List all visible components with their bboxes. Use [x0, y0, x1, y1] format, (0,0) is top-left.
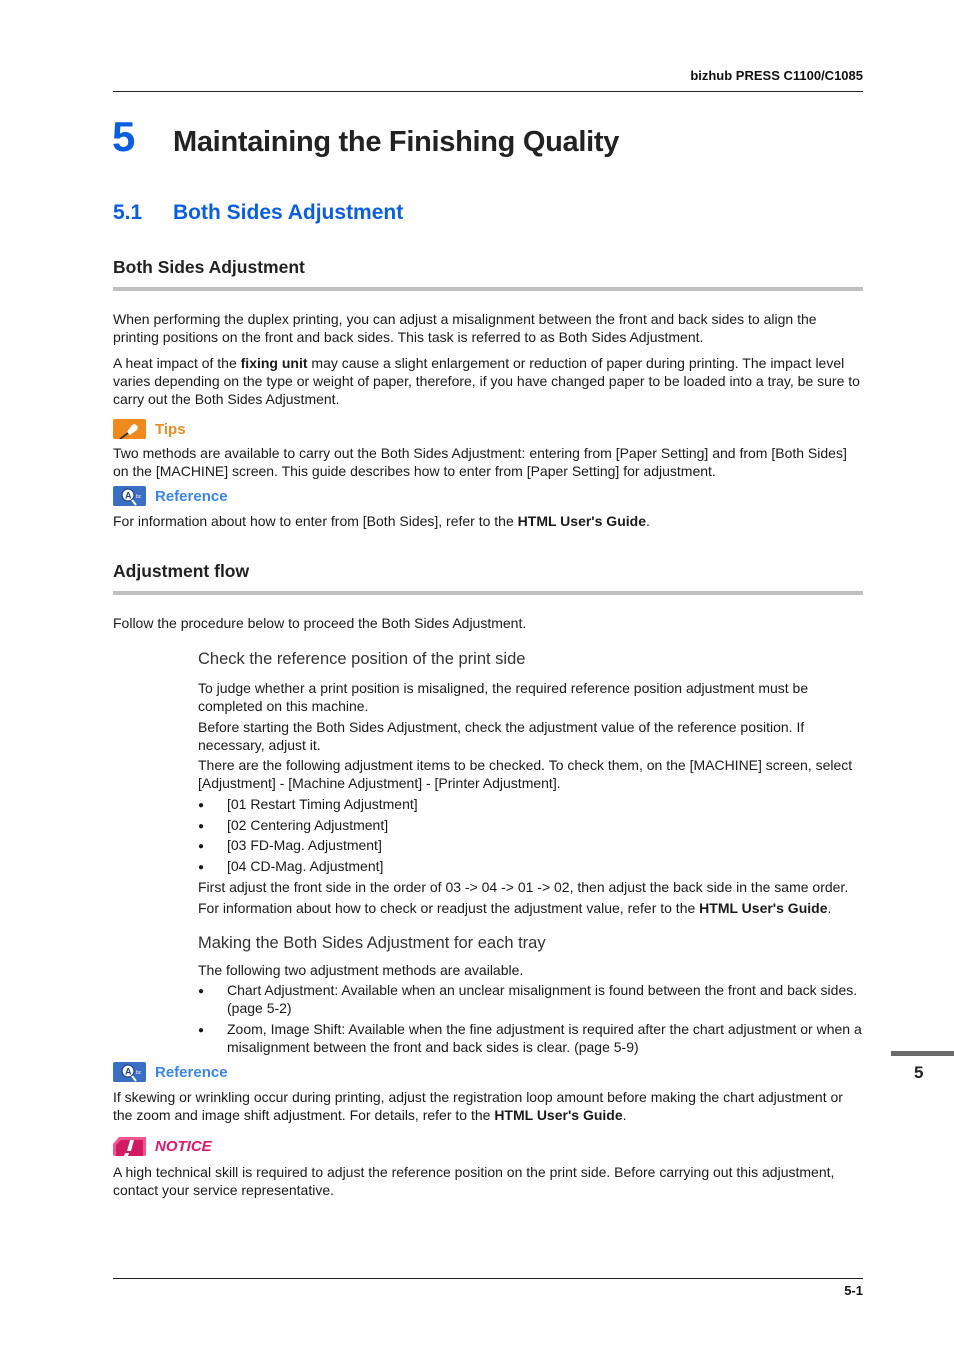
bullet-icon — [198, 816, 227, 837]
chapter-title: Maintaining the Finishing Quality — [173, 126, 620, 158]
bullet-icon — [198, 857, 227, 878]
reference-text: For information about how to enter from … — [113, 512, 865, 530]
subsection-title-both-sides: Both Sides Adjustment — [113, 257, 305, 277]
step1-para2: Before starting the Both Sides Adjustmen… — [198, 719, 805, 753]
step1-para1: To judge whether a print position is mis… — [198, 680, 809, 714]
header-product-name: bizhub PRESS C1100/C1085 — [690, 68, 863, 83]
step2-para1: The following two adjustment methods are… — [198, 962, 524, 978]
list-item-text: [02 Centering Adjustment] — [227, 817, 389, 833]
pushpin-icon — [113, 419, 146, 439]
list-item: [03 FD-Mag. Adjustment] — [198, 836, 865, 857]
subsection-title-adjustment-flow: Adjustment flow — [113, 561, 250, 581]
header-divider — [113, 91, 863, 92]
flow-intro: Follow the procedure below to proceed th… — [113, 615, 527, 631]
text: . — [827, 900, 832, 916]
list-item: [01 Restart Timing Adjustment] — [198, 795, 865, 816]
subsection-divider — [113, 591, 863, 595]
page-number: 5-1 — [844, 1283, 863, 1298]
step1-title: Check the reference position of the prin… — [198, 650, 526, 668]
list-item-text: [03 FD-Mag. Adjustment] — [227, 837, 382, 853]
reference-text: If skewing or wrinkling occur during pri… — [113, 1088, 865, 1124]
tips-text: Two methods are available to carry out t… — [113, 445, 847, 479]
list-item-text: [04 CD-Mag. Adjustment] — [227, 858, 384, 874]
reference-label: Reference — [155, 487, 228, 505]
list-item: [04 CD-Mag. Adjustment] — [198, 857, 865, 878]
text: . — [645, 513, 650, 529]
chapter-number: 5 — [112, 113, 136, 160]
guide-link-text: HTML User's Guide — [699, 900, 828, 916]
magnifier-icon: A bc — [113, 486, 146, 506]
guide-link-text: HTML User's Guide — [517, 513, 646, 529]
list-item: Chart Adjustment: Available when an uncl… — [198, 981, 865, 1017]
notice-label: NOTICE — [155, 1137, 212, 1155]
subsection-divider — [113, 287, 863, 291]
tips-callout-header: Tips — [113, 418, 186, 440]
exclamation-icon — [113, 1136, 146, 1156]
notice-text: A high technical skill is required to ad… — [113, 1164, 835, 1198]
bullet-icon — [198, 981, 227, 1017]
chapter-tab-number: 5 — [914, 1063, 924, 1082]
tips-label: Tips — [155, 420, 186, 438]
chapter-tab-bar — [891, 1051, 954, 1056]
text: If skewing or wrinkling occur during pri… — [113, 1089, 843, 1123]
section-number: 5.1 — [113, 201, 143, 224]
step1-para3: There are the following adjustment items… — [198, 757, 853, 791]
list-item: Zoom, Image Shift: Available when the fi… — [198, 1020, 865, 1056]
intro-paragraph: When performing the duplex printing, you… — [113, 311, 817, 345]
step1-para4: First adjust the front side in the order… — [198, 879, 849, 895]
step1-para5: For information about how to check or re… — [198, 899, 865, 917]
svg-text:A: A — [125, 1067, 132, 1077]
guide-link-text: HTML User's Guide — [494, 1107, 623, 1123]
bullet-icon — [198, 795, 227, 816]
text: A heat impact of the — [113, 355, 241, 371]
reference-callout-header: A bc Reference — [113, 485, 228, 507]
list-item: [02 Centering Adjustment] — [198, 816, 865, 837]
svg-text:A: A — [125, 491, 132, 501]
list-item-text: Zoom, Image Shift: Available when the fi… — [227, 1021, 862, 1055]
reference-label: Reference — [155, 1063, 228, 1081]
text: For information about how to enter from … — [113, 513, 518, 529]
notice-callout-header: NOTICE — [113, 1135, 212, 1157]
bullet-icon — [198, 1020, 227, 1056]
section-title: Both Sides Adjustment — [173, 201, 404, 224]
reference-callout-header: A bc Reference — [113, 1061, 228, 1083]
list-item-text: Chart Adjustment: Available when an uncl… — [227, 982, 858, 1016]
svg-text:bc: bc — [136, 494, 142, 500]
list-item-text: [01 Restart Timing Adjustment] — [227, 796, 418, 812]
footer-divider — [113, 1278, 863, 1279]
svg-text:bc: bc — [136, 1070, 142, 1076]
fixing-unit-paragraph: A heat impact of the fixing unit may cau… — [113, 354, 865, 408]
step2-title: Making the Both Sides Adjustment for eac… — [198, 934, 546, 952]
bold-term: fixing unit — [240, 355, 308, 371]
text: For information about how to check or re… — [198, 900, 700, 916]
text: . — [622, 1107, 627, 1123]
magnifier-icon: A bc — [113, 1062, 146, 1082]
bullet-icon — [198, 836, 227, 857]
